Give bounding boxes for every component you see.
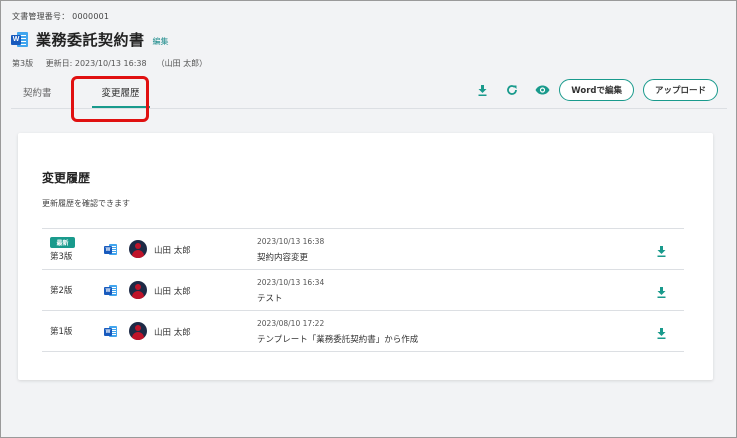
doc-number-value: 0000001 [72, 12, 110, 21]
user-name: 山田 太郎 [154, 246, 191, 256]
doc-number: 文書管理番号： 0000001 [12, 11, 109, 22]
word-file-icon[interactable]: W [104, 243, 117, 257]
download-icon[interactable] [474, 82, 490, 98]
download-icon[interactable] [657, 283, 669, 298]
avatar [129, 240, 147, 258]
upload-button[interactable]: アップロード [642, 79, 718, 101]
tab-highlight-annotation [71, 76, 149, 122]
version-label: 第3版 [12, 59, 34, 68]
history-subtitle: 更新履歴を確認できます [42, 199, 130, 208]
updated-date: 更新日: 2023/10/13 16:38 [45, 59, 147, 68]
history-comment: テンプレート「業務委託契約書」から作成 [257, 335, 419, 345]
word-edit-button[interactable]: Wordで編集 [559, 79, 634, 101]
avatar [129, 281, 147, 299]
page-title: 業務委託契約書 [36, 31, 145, 49]
refresh-icon[interactable] [504, 82, 520, 98]
version-label: 第3版 [50, 251, 73, 262]
meta-row: 第3版 更新日: 2023/10/13 16:38 （山田 太郎） [12, 58, 217, 69]
title-row: W 業務委託契約書 編集 [11, 29, 169, 50]
edit-title-link[interactable]: 編集 [153, 36, 169, 47]
eye-icon[interactable] [534, 82, 550, 98]
doc-number-label: 文書管理番号： [12, 12, 70, 21]
version-label: 第1版 [50, 327, 73, 337]
download-icon[interactable] [657, 324, 669, 339]
history-list: 最新 第3版 W 山田 太郎 2023/10/13 16:38 契約内容変更 第… [42, 228, 684, 352]
version-label: 第2版 [50, 286, 73, 296]
updated-by: （山田 太郎） [156, 59, 208, 68]
history-date: 2023/10/13 16:38 [257, 237, 325, 246]
history-row: 第2版 W 山田 太郎 2023/10/13 16:34 テスト [42, 270, 684, 311]
word-file-icon[interactable]: W [104, 325, 117, 339]
toolbar: Wordで編集 アップロード [460, 79, 718, 101]
history-comment: テスト [257, 294, 283, 304]
user-name: 山田 太郎 [154, 328, 191, 338]
history-date: 2023/10/13 16:34 [257, 278, 325, 287]
download-icon[interactable] [657, 242, 669, 257]
word-file-icon[interactable]: W [104, 284, 117, 298]
tab-contract[interactable]: 契約書 [11, 81, 64, 107]
history-date: 2023/08/10 17:22 [257, 319, 325, 328]
avatar [129, 322, 147, 340]
history-comment: 契約内容変更 [257, 253, 309, 263]
history-row: 第1版 W 山田 太郎 2023/08/10 17:22 テンプレート「業務委託… [42, 311, 684, 352]
history-title: 変更履歴 [42, 171, 91, 185]
history-card: 変更履歴 更新履歴を確認できます 最新 第3版 W 山田 太郎 2023/10/… [18, 133, 713, 380]
history-row: 最新 第3版 W 山田 太郎 2023/10/13 16:38 契約内容変更 [42, 229, 684, 270]
user-name: 山田 太郎 [154, 287, 191, 297]
word-file-icon: W [11, 30, 28, 49]
latest-badge: 最新 [50, 236, 75, 248]
